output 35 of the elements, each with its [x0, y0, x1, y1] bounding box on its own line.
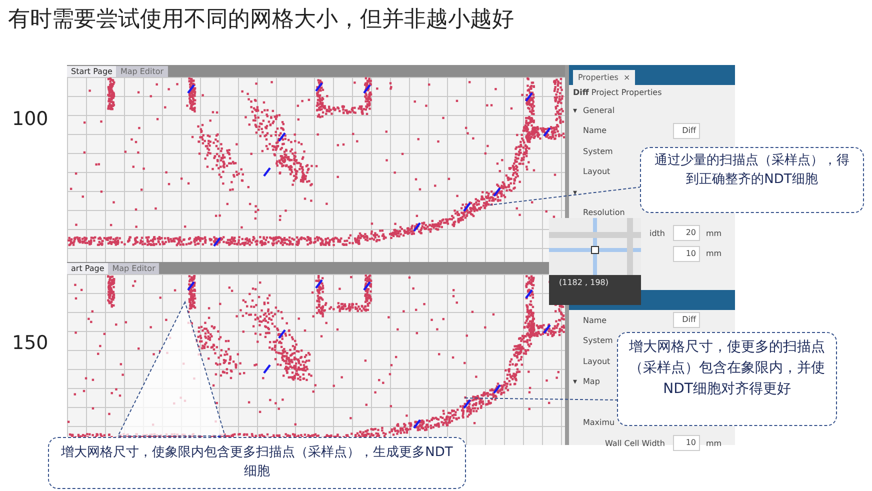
editor-tab[interactable]: Start Page	[67, 66, 116, 77]
property-field[interactable]: 10	[673, 246, 700, 262]
grid-size-label: 150	[11, 331, 50, 356]
editor-tab[interactable]: Map Editor	[108, 263, 160, 274]
panel-title: Diff Project Properties	[572, 87, 663, 99]
property-label: Resolution	[583, 208, 625, 218]
property-label: Wall Cell Width	[604, 438, 665, 448]
cursor-coordinates: (1182 , 198)	[558, 277, 610, 289]
callout-note: 增大网格尺寸，使象限内包含更多扫描点（采样点），生成更多NDT细胞	[48, 437, 466, 489]
property-label: Layout	[583, 356, 610, 366]
callout-note: 增大网格尺寸，使更多的扫描点（采样点）包含在象限内，并使NDT细胞对齐得更好	[617, 332, 837, 426]
collapse-triangle-icon[interactable]: ▾	[573, 188, 578, 197]
slide-title: 有时需要尝试使用不同的网格大小，但并非越小越好	[8, 6, 514, 34]
unit-label: mm	[706, 249, 722, 258]
property-label: System	[583, 146, 613, 156]
section-label: Map	[583, 377, 600, 386]
property-field[interactable]: Diff	[673, 122, 700, 139]
collapse-triangle-icon[interactable]: ▾	[573, 106, 578, 115]
property-label: Name	[583, 126, 608, 136]
grid-size-label: 100	[11, 107, 50, 132]
property-label: Layout	[583, 167, 610, 176]
property-field[interactable]: Diff	[673, 312, 700, 328]
editor-tab[interactable]: art Page	[67, 263, 108, 274]
unit-label: mm	[706, 438, 722, 448]
collapse-triangle-icon[interactable]: ▾	[573, 377, 578, 386]
property-field[interactable]: 10	[673, 435, 700, 452]
properties-tab[interactable]: Properties ×	[573, 70, 636, 85]
property-field[interactable]: 20	[673, 225, 700, 242]
unit-label: mm	[706, 228, 722, 238]
property-label: Name	[583, 316, 608, 325]
section-label: General	[583, 106, 615, 115]
property-label: System	[583, 336, 613, 346]
property-label: idth	[648, 228, 665, 238]
property-label: Maximu	[583, 418, 615, 428]
callout-note: 通过少量的扫描点（采样点），得到正确整齐的NDT细胞	[640, 147, 864, 213]
